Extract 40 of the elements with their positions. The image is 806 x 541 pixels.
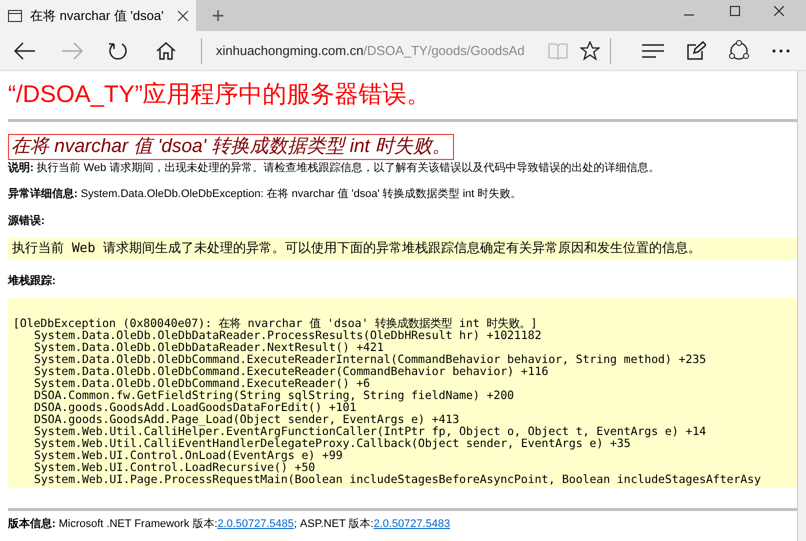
new-tab-button[interactable]: + <box>196 0 240 31</box>
stack-frame-line: System.Data.OleDb.OleDbCommand.ExecuteReader() +6 <box>33 377 370 389</box>
stack-frame-line: DSOA.Common.fw.GetFieldString(String sqlString, String fieldName) +200 <box>33 389 516 401</box>
browser-tab[interactable]: 在将 nvarchar 值 'dsoa' <box>0 0 196 31</box>
address-field[interactable]: xinhuachongming.com.cn/DSOA_TY/goods/GoodsAd <box>216 40 538 60</box>
more-icon[interactable] <box>772 48 790 52</box>
stack-frame-line: System.Data.OleDb.OleDbDataReader.NextResult() +421 <box>33 341 384 353</box>
close-icon[interactable] <box>774 6 784 16</box>
stack-frame-line: System.Data.OleDb.OleDbCommand.ExecuteReaderInternal(CommandBehavior behavior, String method) +235 <box>33 353 708 365</box>
stack-frame-line: System.Data.OleDb.OleDbDataReader.ProcessResults(OleDbHResult hr) +1021182 <box>34 329 542 341</box>
exception-details-text: 异常详细信息: System.Data.OleDb.OleDbException: 在将 nvarchar 值 'dsoa' 转换成数据类型 int 时失败。 <box>8 187 522 201</box>
stack-trace-heading: [OleDbException (0x80040e07): 在将 nvarchar 值 'dsoa' 转换成数据类型 int 时失败。] <box>13 317 538 329</box>
star-icon[interactable] <box>580 40 600 60</box>
stack-frame-line: System.Web.Util.CalliEventHandlerDelegateProxy.Callback(Object sender, EventArgs e) +35 <box>33 437 631 449</box>
version-link[interactable]: 2.0.50727.5485 <box>217 518 294 530</box>
home-icon[interactable] <box>156 42 176 60</box>
description-text: 说明: 执行当前 Web 请求期间，出现未处理的异常。请检查堆栈跟踪信息，以了解有关该错误以及代码中导致错误的出处的详细信息。 <box>8 161 660 175</box>
version-link[interactable]: 2.0.50727.5483 <box>374 518 450 530</box>
maximize-icon[interactable] <box>730 6 740 16</box>
stack-frame-line: System.Web.UI.Control.LoadRecursive() +50 <box>33 461 316 473</box>
error-heading: 在将 nvarchar 值 'dsoa' 转换成数据类型 int 时失败。 <box>8 134 454 160</box>
stack-frame-line: System.Web.Util.CalliHelper.EventArgFunctionCaller(IntPtr fp, Object o, Object t, EventArgs e) +14 <box>33 425 708 437</box>
version-info-text: 版本信息: Microsoft .NET Framework 版本:2.0.50727.5485; ASP.NET 版本:2.0.50727.5483 <box>8 517 452 531</box>
page-title: “/DSOA_TY”应用程序中的服务器错误。 <box>8 80 432 110</box>
stack-trace-label: 堆栈跟踪: <box>8 274 57 288</box>
tab-page-icon <box>8 10 22 22</box>
share-icon[interactable] <box>728 40 750 62</box>
pen-note-icon[interactable] <box>686 40 706 60</box>
menu-icon[interactable] <box>642 44 664 58</box>
stack-frame-line: System.Web.UI.Page.ProcessRequestMain(Boolean includeStagesBeforeAsyncPoint, Boolean includeStagesAfterAsy <box>33 473 762 485</box>
source-error-label: 源错误: <box>8 214 46 228</box>
refresh-icon[interactable] <box>108 40 128 60</box>
close-icon[interactable] <box>178 10 188 20</box>
stack-frame-line: DSOA.goods.GoodsAdd.LoadGoodsDataForEdit() +101 <box>33 401 358 413</box>
stack-frame-line: DSOA.goods.GoodsAdd.Page_Load(Object sender, EventArgs e) +413 <box>33 413 460 425</box>
stack-frame-line: System.Web.UI.Control.OnLoad(EventArgs e) +99 <box>33 449 343 461</box>
source-error-panel: 执行当前 Web 请求期间生成了未处理的异常。可以使用下面的异常堆栈跟踪信息确定有关异常原因和发生位置的信息。 <box>8 238 797 260</box>
stack-frame-line: System.Data.OleDb.OleDbCommand.ExecuteReader(CommandBehavior behavior) +116 <box>33 365 548 377</box>
scrollbar[interactable] <box>797 71 806 541</box>
back-arrow-icon[interactable] <box>14 42 36 60</box>
